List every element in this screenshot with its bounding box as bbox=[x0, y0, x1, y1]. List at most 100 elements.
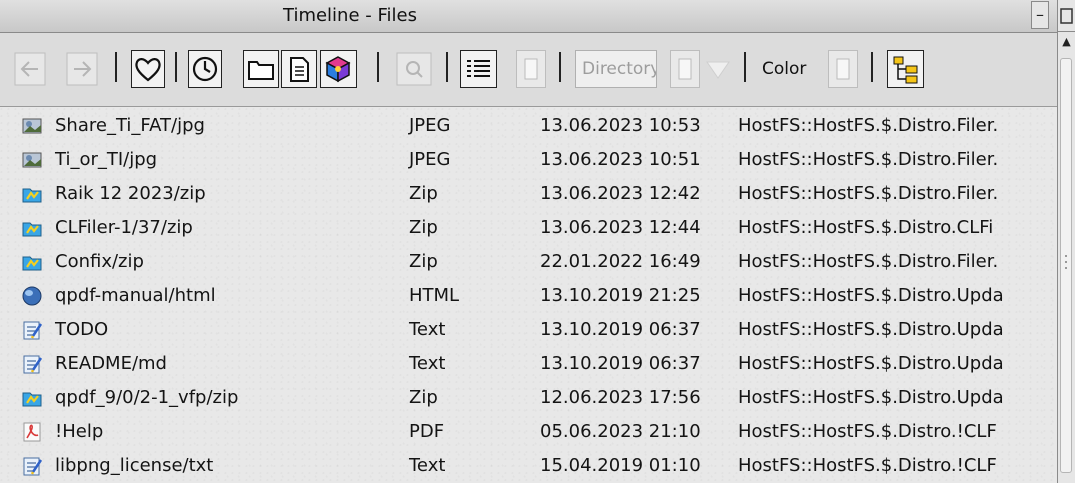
html-file-icon bbox=[22, 286, 42, 306]
toolbar-separator bbox=[115, 52, 117, 82]
file-type: JPEG bbox=[409, 149, 451, 170]
directory-dropdown-button[interactable] bbox=[703, 50, 733, 88]
scroll-up-arrow-icon[interactable]: ▲ bbox=[1058, 33, 1075, 51]
file-name: Raik 12 2023/zip bbox=[55, 183, 206, 204]
maximise-button[interactable] bbox=[1058, 0, 1075, 32]
directory-option-button[interactable] bbox=[670, 50, 700, 88]
file-date: 13.10.2019 06:37 bbox=[540, 353, 701, 374]
search-icon bbox=[396, 52, 432, 86]
blank-document-icon bbox=[524, 58, 538, 80]
file-type: Zip bbox=[409, 251, 438, 272]
file-type: Zip bbox=[409, 387, 438, 408]
directory-field[interactable]: Directory bbox=[575, 50, 657, 88]
blank-document-icon bbox=[678, 58, 692, 80]
pdf-file-icon bbox=[23, 422, 41, 442]
file-path: HostFS::HostFS.$.Distro.Upda bbox=[738, 285, 1004, 306]
text-file-icon bbox=[23, 321, 43, 340]
view-option-button[interactable] bbox=[516, 50, 546, 88]
file-date: 15.04.2019 01:10 bbox=[540, 455, 701, 476]
vertical-scrollbar[interactable]: ▲ bbox=[1057, 0, 1075, 483]
file-row[interactable]: Raik 12 2023/zip Zip 13.06.2023 12:42 Ho… bbox=[0, 177, 1057, 211]
zip-file-icon bbox=[22, 256, 42, 271]
toolbar-separator bbox=[744, 52, 746, 82]
file-type: HTML bbox=[409, 285, 460, 306]
file-row[interactable]: !Help PDF 05.06.2023 21:10 HostFS::HostF… bbox=[0, 415, 1057, 449]
forward-button[interactable] bbox=[66, 50, 100, 88]
toolbar-separator bbox=[175, 52, 177, 82]
file-name: TODO bbox=[55, 319, 109, 340]
file-row[interactable]: Share_Ti_FAT/jpg JPEG 13.06.2023 10:53 H… bbox=[0, 109, 1057, 143]
list-view-button[interactable] bbox=[460, 50, 497, 88]
file-name: qpdf_9/0/2-1_vfp/zip bbox=[55, 387, 239, 408]
scroll-grip bbox=[1065, 261, 1067, 263]
iconise-button[interactable]: – bbox=[1031, 1, 1049, 29]
file-type: Zip bbox=[409, 183, 438, 204]
file-row[interactable]: qpdf-manual/html HTML 13.10.2019 21:25 H… bbox=[0, 279, 1057, 313]
file-type: Text bbox=[409, 319, 446, 340]
file-list[interactable]: Share_Ti_FAT/jpg JPEG 13.06.2023 10:53 H… bbox=[0, 107, 1057, 483]
color-label: Color bbox=[762, 59, 807, 79]
file-path: HostFS::HostFS.$.Distro.Filer. bbox=[738, 115, 999, 136]
heart-icon bbox=[135, 58, 161, 82]
file-path: HostFS::HostFS.$.Distro.Filer. bbox=[738, 251, 999, 272]
file-row[interactable]: TODO Text 13.10.2019 06:37 HostFS::HostF… bbox=[0, 313, 1057, 347]
scroll-grip bbox=[1065, 255, 1067, 257]
blank-document-icon bbox=[836, 58, 850, 80]
folder-icon bbox=[248, 61, 274, 80]
show-directories-button[interactable] bbox=[243, 50, 279, 88]
file-path: HostFS::HostFS.$.Distro.Upda bbox=[738, 319, 1004, 340]
maximise-icon bbox=[1060, 8, 1073, 24]
toolbar: Directory Color bbox=[0, 33, 1057, 107]
toolbar-separator bbox=[446, 52, 448, 82]
show-files-button[interactable] bbox=[281, 50, 317, 88]
file-row[interactable]: qpdf_9/0/2-1_vfp/zip Zip 12.06.2023 17:5… bbox=[0, 381, 1057, 415]
file-path: HostFS::HostFS.$.Distro.CLFi bbox=[738, 217, 994, 238]
file-date: 05.06.2023 21:10 bbox=[540, 421, 701, 442]
file-type: Text bbox=[409, 455, 446, 476]
tree-view-button[interactable] bbox=[887, 50, 924, 88]
color-option-button[interactable] bbox=[828, 50, 858, 88]
file-date: 13.06.2023 10:53 bbox=[540, 115, 701, 136]
file-row[interactable]: Ti_or_TI/jpg JPEG 13.06.2023 10:51 HostF… bbox=[0, 143, 1057, 177]
file-row[interactable]: README/md Text 13.10.2019 06:37 HostFS::… bbox=[0, 347, 1057, 381]
back-button[interactable] bbox=[14, 50, 48, 88]
jpeg-file-icon bbox=[22, 118, 42, 134]
list-view-icon bbox=[467, 60, 490, 77]
application-cube-icon bbox=[325, 56, 351, 83]
file-name: !Help bbox=[55, 421, 104, 442]
file-type: JPEG bbox=[409, 115, 451, 136]
file-row[interactable]: CLFiler-1/37/zip Zip 13.06.2023 12:44 Ho… bbox=[0, 211, 1057, 245]
toolbar-separator bbox=[871, 52, 873, 82]
file-type: Text bbox=[409, 353, 446, 374]
file-name: Share_Ti_FAT/jpg bbox=[55, 115, 205, 136]
file-path: HostFS::HostFS.$.Distro.Filer. bbox=[738, 149, 999, 170]
file-date: 13.06.2023 12:42 bbox=[540, 183, 701, 204]
timeline-view-button[interactable] bbox=[188, 50, 222, 88]
file-date: 13.10.2019 06:37 bbox=[540, 319, 701, 340]
back-arrow-icon bbox=[14, 52, 46, 86]
file-date: 13.10.2019 21:25 bbox=[540, 285, 701, 306]
file-name: Confix/zip bbox=[55, 251, 144, 272]
zip-file-icon bbox=[22, 392, 42, 407]
file-path: HostFS::HostFS.$.Distro.!CLF bbox=[738, 421, 997, 442]
scrollbar-thumb[interactable] bbox=[1060, 58, 1072, 473]
forward-arrow-icon bbox=[66, 52, 98, 86]
file-row[interactable]: Confix/zip Zip 22.01.2022 16:49 HostFS::… bbox=[0, 245, 1057, 279]
search-button[interactable] bbox=[393, 50, 435, 88]
tree-view-icon bbox=[893, 56, 918, 84]
file-path: HostFS::HostFS.$.Distro.Upda bbox=[738, 353, 1004, 374]
title-bar[interactable]: Timeline - Files – bbox=[0, 0, 1057, 33]
jpeg-file-icon bbox=[22, 152, 42, 168]
file-name: libpng_license/txt bbox=[55, 455, 214, 476]
favourites-button[interactable] bbox=[131, 50, 165, 88]
zip-file-icon bbox=[22, 188, 42, 203]
show-applications-button[interactable] bbox=[320, 50, 357, 88]
clock-icon bbox=[192, 56, 218, 82]
file-type: PDF bbox=[409, 421, 445, 442]
file-row[interactable]: libpng_license/txt Text 15.04.2019 01:10… bbox=[0, 449, 1057, 483]
file-type: Zip bbox=[409, 217, 438, 238]
text-file-icon bbox=[23, 457, 43, 476]
toolbar-separator bbox=[377, 52, 379, 82]
zip-file-icon bbox=[22, 222, 42, 237]
file-name: Ti_or_TI/jpg bbox=[55, 149, 158, 170]
